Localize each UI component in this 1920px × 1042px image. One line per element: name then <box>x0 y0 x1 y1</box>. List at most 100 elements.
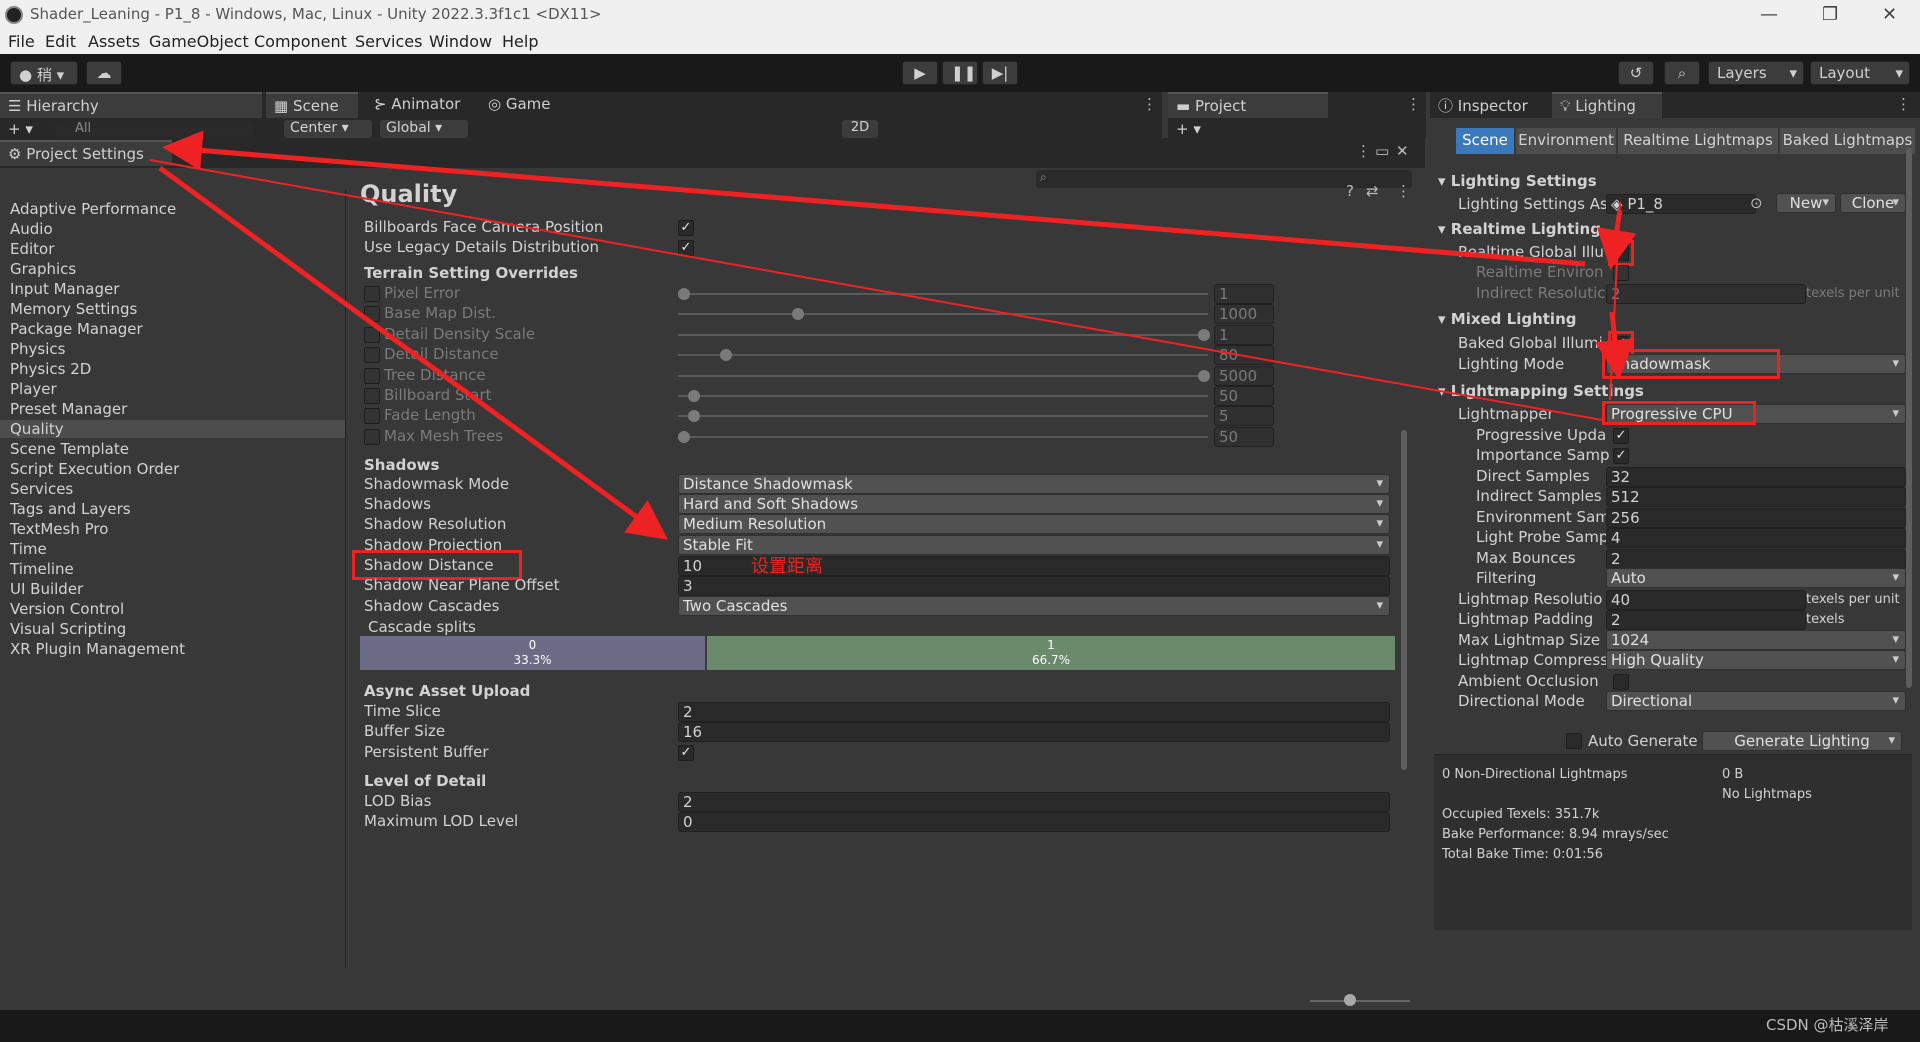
menu-edit[interactable]: Edit <box>45 32 76 51</box>
zoom-slider-knob[interactable] <box>1344 994 1356 1006</box>
hierarchy-search-input[interactable]: All <box>55 121 255 137</box>
lm-pad-field[interactable]: 2 <box>1606 610 1806 630</box>
menu-gameobject[interactable]: GameObject <box>149 32 249 51</box>
menu-assets[interactable]: Assets <box>88 32 140 51</box>
shadow-cascades-dropdown[interactable]: Two Cascades <box>678 596 1390 616</box>
terrain-override-checkbox[interactable] <box>364 326 380 343</box>
2d-toggle[interactable]: 2D <box>842 120 878 138</box>
cascade-1-bar[interactable]: 1 66.7% <box>707 636 1395 670</box>
max-bounces-field[interactable]: 2 <box>1606 549 1906 569</box>
close-icon[interactable]: ✕ <box>1882 4 1897 25</box>
terrain-slider-knob[interactable] <box>688 410 701 423</box>
terrain-override-checkbox[interactable] <box>364 428 380 445</box>
terrain-value-field[interactable]: 5000 <box>1214 365 1274 386</box>
settings-item-xr-plugin-management[interactable]: XR Plugin Management <box>10 640 185 658</box>
terrain-slider-track[interactable] <box>678 415 1208 418</box>
terrain-slider-knob[interactable] <box>792 308 805 321</box>
subtab-realtime-lightmaps[interactable]: Realtime Lightmaps <box>1618 128 1778 154</box>
lod-bias-field[interactable]: 2 <box>678 792 1390 812</box>
lighting-settings-header[interactable]: ▾ Lighting Settings <box>1438 172 1597 190</box>
terrain-slider-track[interactable] <box>678 395 1208 397</box>
use-legacy-checkbox[interactable]: ✓ <box>678 240 694 256</box>
menu-file[interactable]: File <box>8 32 35 51</box>
tab-project-settings[interactable]: ⚙ Project Settings <box>0 140 172 166</box>
settings-item-services[interactable]: Services <box>10 480 73 498</box>
scrollbar[interactable] <box>1401 430 1407 770</box>
subtab-environment[interactable]: Environment <box>1516 128 1616 154</box>
tab-animator[interactable]: ⊱ Animator <box>366 92 468 118</box>
terrain-slider-knob[interactable] <box>688 390 701 402</box>
terrain-slider-track[interactable] <box>678 293 1208 295</box>
terrain-slider-knob[interactable] <box>1198 328 1210 341</box>
terrain-value-field[interactable]: 50 <box>1214 386 1274 406</box>
settings-item-visual-scripting[interactable]: Visual Scripting <box>10 620 126 638</box>
settings-item-quality[interactable]: Quality <box>0 420 345 438</box>
terrain-slider-track[interactable] <box>678 435 1208 438</box>
importance-sampling-checkbox[interactable]: ✓ <box>1613 448 1629 464</box>
billboards-face-checkbox[interactable]: ✓ <box>678 220 694 236</box>
terrain-slider-track[interactable] <box>678 333 1208 336</box>
settings-item-ui-builder[interactable]: UI Builder <box>10 580 83 598</box>
settings-item-editor[interactable]: Editor <box>10 240 54 258</box>
persistent-buffer-checkbox[interactable]: ✓ <box>678 745 694 761</box>
pivot-dropdown[interactable]: Center ▾ <box>284 120 372 138</box>
terrain-value-field[interactable]: 50 <box>1214 426 1274 447</box>
play-button[interactable]: ▶ <box>902 61 938 85</box>
terrain-override-checkbox[interactable] <box>364 408 380 425</box>
indirect-res-field[interactable]: 2 <box>1606 284 1806 304</box>
terrain-slider-track[interactable] <box>678 354 1208 357</box>
shadows-dropdown[interactable]: Hard and Soft Shadows <box>678 494 1390 514</box>
terrain-override-checkbox[interactable] <box>364 306 380 323</box>
terrain-value-field[interactable]: 5 <box>1214 406 1274 427</box>
more-icon[interactable]: ⋮ <box>1356 142 1371 160</box>
dir-mode-dropdown[interactable]: Directional <box>1606 691 1906 711</box>
terrain-slider-knob[interactable] <box>1198 369 1210 382</box>
lighting-settings-asset-field[interactable]: ◈ P1_8 <box>1606 194 1756 214</box>
lightmapping-header[interactable]: ▾ Lightmapping Settings <box>1438 382 1644 400</box>
tab-inspector[interactable]: ⓘ Inspector <box>1430 92 1536 118</box>
tab-lighting[interactable]: 💡︎ Lighting <box>1552 92 1662 118</box>
settings-item-time[interactable]: Time <box>10 540 47 558</box>
terrain-override-checkbox[interactable] <box>364 347 380 364</box>
generate-lighting-button[interactable]: Generate Lighting <box>1702 731 1902 751</box>
env-samples-field[interactable]: 256 <box>1606 508 1906 528</box>
tab-project[interactable]: ▬ Project <box>1168 92 1328 118</box>
clone-button[interactable]: Clone <box>1840 193 1906 213</box>
terrain-value-field[interactable]: 1000 <box>1214 304 1274 325</box>
add-icon[interactable]: + ▾ <box>1176 120 1201 138</box>
realtime-lighting-header[interactable]: ▾ Realtime Lighting <box>1438 220 1601 238</box>
settings-item-physics[interactable]: Physics <box>10 340 65 358</box>
object-picker-icon[interactable]: ⊙ <box>1750 194 1763 212</box>
subtab-baked-lightmaps[interactable]: Baked Lightmaps <box>1780 128 1915 154</box>
settings-item-input-manager[interactable]: Input Manager <box>10 280 119 298</box>
zoom-slider-track[interactable] <box>1310 1000 1410 1002</box>
more-icon[interactable]: ⋮ <box>1406 95 1421 113</box>
restore-icon[interactable]: ❐ <box>1822 4 1838 25</box>
menu-component[interactable]: Component <box>254 32 347 51</box>
layers-dropdown[interactable]: Layers ▾ <box>1708 61 1804 85</box>
progressive-updates-checkbox[interactable]: ✓ <box>1613 428 1629 444</box>
settings-item-memory-settings[interactable]: Memory Settings <box>10 300 137 318</box>
pause-button[interactable]: ❚❚ <box>942 61 978 85</box>
history-button[interactable]: ↺ <box>1618 61 1654 85</box>
new-button[interactable]: New <box>1776 193 1836 213</box>
menu-window[interactable]: Window <box>429 32 492 51</box>
terrain-slider-knob[interactable] <box>719 349 732 362</box>
layout-dropdown[interactable]: Layout ▾ <box>1810 61 1910 85</box>
buffer-size-field[interactable]: 16 <box>678 722 1390 742</box>
scrollbar[interactable] <box>1906 148 1912 688</box>
tab-hierarchy[interactable]: ☰ Hierarchy <box>0 92 262 118</box>
settings-item-graphics[interactable]: Graphics <box>10 260 76 278</box>
menu-help[interactable]: Help <box>502 32 538 51</box>
settings-item-tags-and-layers[interactable]: Tags and Layers <box>10 500 131 518</box>
near-plane-field[interactable]: 3 <box>678 576 1390 596</box>
compress-dropdown[interactable]: High Quality <box>1606 650 1906 670</box>
terrain-slider-knob[interactable] <box>678 430 690 443</box>
settings-item-textmesh-pro[interactable]: TextMesh Pro <box>10 520 108 538</box>
settings-item-adaptive-performance[interactable]: Adaptive Performance <box>10 200 176 218</box>
account-dropdown[interactable]: ● 稍 ▾ <box>10 61 78 85</box>
settings-item-player[interactable]: Player <box>10 380 57 398</box>
tab-game[interactable]: ◎ Game <box>480 92 559 118</box>
settings-item-physics-2d[interactable]: Physics 2D <box>10 360 91 378</box>
max-lm-dropdown[interactable]: 1024 <box>1606 630 1906 650</box>
